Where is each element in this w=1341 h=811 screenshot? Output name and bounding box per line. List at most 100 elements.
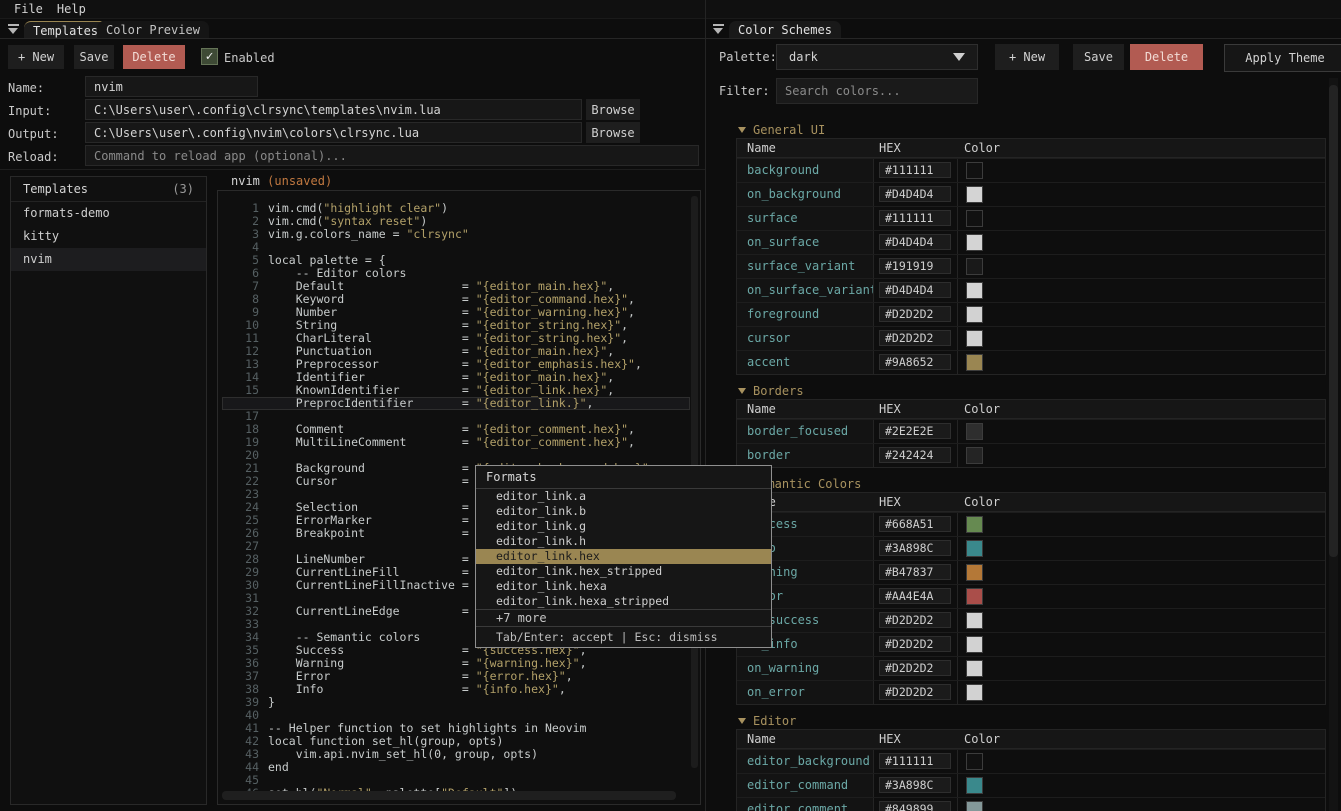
section-header-semantic-colors[interactable]: Semantic Colors [736, 475, 1326, 492]
template-item-nvim[interactable]: nvim [11, 248, 206, 271]
color-name[interactable]: border_focused [737, 420, 874, 443]
autocomplete-item-editor_link.b[interactable]: editor_link.b [476, 504, 771, 519]
color-swatch[interactable] [966, 210, 983, 227]
filter-input[interactable]: Search colors... [776, 78, 978, 104]
color-swatch[interactable] [966, 684, 983, 701]
section-collapse-icon[interactable] [738, 718, 746, 724]
hex-value-field[interactable]: #191919 [879, 258, 951, 274]
hex-value-field[interactable]: #3A898C [879, 777, 951, 793]
output-path-field[interactable]: C:\Users\user\.config\nvim\colors\clrsyn… [85, 122, 582, 143]
color-swatch[interactable] [966, 777, 983, 794]
code-line[interactable]: 43 vim.api.nvim_set_hl(0, group, opts) [222, 748, 690, 761]
hex-value-field[interactable]: #D4D4D4 [879, 234, 951, 250]
autocomplete-item-editor_link.g[interactable]: editor_link.g [476, 519, 771, 534]
color-name[interactable]: border [737, 444, 874, 467]
color-swatch[interactable] [966, 447, 983, 464]
color-swatch[interactable] [966, 330, 983, 347]
color-swatch[interactable] [966, 423, 983, 440]
delete-template-button[interactable]: Delete [123, 45, 185, 69]
color-swatch[interactable] [966, 186, 983, 203]
reload-command-input[interactable]: Command to reload app (optional)... [85, 145, 699, 166]
hex-value-field[interactable]: #B47837 [879, 564, 951, 580]
color-name[interactable]: surface_variant [737, 255, 874, 278]
color-swatch[interactable] [966, 258, 983, 275]
tab-color-preview[interactable]: Color Preview [97, 21, 209, 38]
color-name[interactable]: surface [737, 207, 874, 230]
tab-templates[interactable]: Templates [24, 21, 107, 39]
autocomplete-item-editor_link.h[interactable]: editor_link.h [476, 534, 771, 549]
color-swatch[interactable] [966, 234, 983, 251]
color-swatch[interactable] [966, 660, 983, 677]
section-header-borders[interactable]: Borders [736, 382, 1326, 399]
collapse-schemes-icon[interactable] [713, 24, 724, 34]
code-line[interactable]: 3vim.g.colors_name = "clrsync" [222, 228, 690, 241]
hex-value-field[interactable]: #849899 [879, 801, 951, 811]
section-header-editor[interactable]: Editor [736, 712, 1326, 729]
hex-value-field[interactable]: #D4D4D4 [879, 186, 951, 202]
color-name[interactable]: foreground [737, 303, 874, 326]
code-line[interactable]: 39} [222, 696, 690, 709]
color-name[interactable]: on_warning [737, 657, 874, 680]
color-name[interactable]: background [737, 159, 874, 182]
color-swatch[interactable] [966, 516, 983, 533]
hex-value-field[interactable]: #111111 [879, 210, 951, 226]
browse-output-button[interactable]: Browse [586, 122, 640, 143]
color-name[interactable]: on_surface_variant [737, 279, 874, 302]
color-name[interactable]: cursor [737, 327, 874, 350]
section-collapse-icon[interactable] [738, 388, 746, 394]
color-swatch[interactable] [966, 282, 983, 299]
color-swatch[interactable] [966, 612, 983, 629]
hex-value-field[interactable]: #D2D2D2 [879, 684, 951, 700]
template-item-formats-demo[interactable]: formats-demo [11, 202, 206, 225]
hex-value-field[interactable]: #D2D2D2 [879, 612, 951, 628]
section-collapse-icon[interactable] [738, 127, 746, 133]
color-name[interactable]: accent [737, 351, 874, 374]
hex-value-field[interactable]: #9A8652 [879, 354, 951, 370]
color-name[interactable]: editor_command [737, 774, 874, 797]
menu-help[interactable]: Help [57, 2, 86, 16]
color-swatch[interactable] [966, 540, 983, 557]
input-path-field[interactable]: C:\Users\user\.config\clrsync\templates\… [85, 99, 582, 120]
autocomplete-item-editor_link.hex_stripped[interactable]: editor_link.hex_stripped [476, 564, 771, 579]
tab-color-schemes[interactable]: Color Schemes [729, 21, 841, 38]
hex-value-field[interactable]: #D2D2D2 [879, 636, 951, 652]
hex-value-field[interactable]: #668A51 [879, 516, 951, 532]
code-line[interactable]: 38 Info = "{info.hex}", [222, 683, 690, 696]
code-line[interactable]: 44end [222, 761, 690, 774]
hex-value-field[interactable]: #D2D2D2 [879, 330, 951, 346]
new-palette-button[interactable]: + New [995, 44, 1059, 70]
template-item-kitty[interactable]: kitty [11, 225, 206, 248]
menu-file[interactable]: File [14, 2, 43, 16]
color-swatch[interactable] [966, 636, 983, 653]
enabled-checkbox[interactable]: ✓ [201, 48, 218, 65]
palette-select[interactable]: dark [776, 44, 978, 70]
section-header-general-ui[interactable]: General UI [736, 121, 1326, 138]
save-template-button[interactable]: Save [74, 45, 114, 69]
color-name[interactable]: on_surface [737, 231, 874, 254]
code-line-current[interactable]: PreprocIdentifier = "{editor_link.}", [222, 397, 690, 410]
hex-value-field[interactable]: #111111 [879, 753, 951, 769]
color-name[interactable]: editor_background [737, 750, 874, 773]
browse-input-button[interactable]: Browse [586, 99, 640, 120]
hex-value-field[interactable]: #D4D4D4 [879, 282, 951, 298]
collapse-panel-icon[interactable] [8, 24, 19, 34]
hex-value-field[interactable]: #AA4E4A [879, 588, 951, 604]
schemes-scrollbar-thumb[interactable] [1329, 85, 1338, 557]
autocomplete-more[interactable]: +7 more [476, 609, 771, 626]
name-input[interactable]: nvim [85, 76, 258, 97]
hex-value-field[interactable]: #D2D2D2 [879, 660, 951, 676]
color-name[interactable]: on_background [737, 183, 874, 206]
color-name[interactable]: editor_comment [737, 798, 874, 811]
color-swatch[interactable] [966, 564, 983, 581]
apply-theme-button[interactable]: Apply Theme [1224, 44, 1341, 72]
color-swatch[interactable] [966, 753, 983, 770]
color-swatch[interactable] [966, 306, 983, 323]
autocomplete-item-editor_link.a[interactable]: editor_link.a [476, 489, 771, 504]
color-swatch[interactable] [966, 588, 983, 605]
hex-value-field[interactable]: #3A898C [879, 540, 951, 556]
code-line[interactable]: 19 MultiLineComment = "{editor_comment.h… [222, 436, 690, 449]
color-swatch[interactable] [966, 162, 983, 179]
color-name[interactable]: on_error [737, 681, 874, 704]
autocomplete-item-editor_link.hexa[interactable]: editor_link.hexa [476, 579, 771, 594]
editor-horizontal-scrollbar-thumb[interactable] [222, 791, 676, 800]
